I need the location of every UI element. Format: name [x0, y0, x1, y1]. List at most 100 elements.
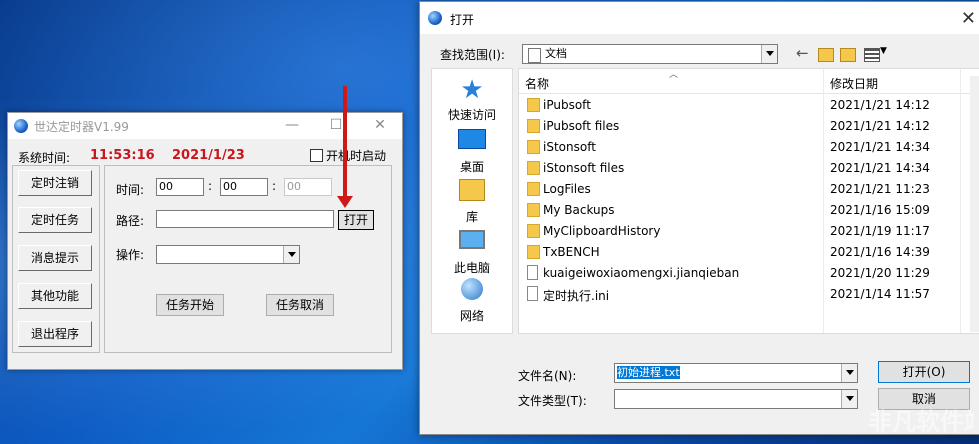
star-icon: ★ [460, 75, 484, 105]
folder-icon [527, 224, 540, 238]
autostart-label: 开机时启动 [326, 149, 387, 163]
file-row[interactable]: iStonsoft 2021/1/21 14:34 [519, 137, 979, 158]
file-icon [527, 286, 538, 301]
app-title: 世达定时器V1.99 [34, 120, 129, 134]
folder-icon [527, 98, 540, 112]
file-row[interactable]: My Backups 2021/1/16 15:09 [519, 200, 979, 221]
places-bar: ★ 快速访问 桌面 库 此电脑 网络 [431, 68, 513, 334]
dialog-close-icon[interactable]: ✕ [961, 8, 976, 29]
system-time-label: 系统时间: [18, 151, 71, 165]
time-colon: : [272, 179, 277, 193]
path-label: 路径: [116, 214, 145, 228]
file-date: 2021/1/19 11:17 [830, 224, 930, 238]
open-file-dialog: 打开 ✕ 查找范围(I): 文档 ← ▼ ★ 快速访问 桌面 库 此电脑 网络 [419, 1, 979, 435]
chevron-down-icon[interactable] [283, 246, 299, 263]
hour-field[interactable]: 00 [156, 178, 204, 196]
filetype-label: 文件类型(T): [518, 394, 587, 408]
desktop-icon [458, 129, 486, 155]
column-modified-header[interactable]: 修改日期 [830, 75, 878, 92]
filetype-select[interactable] [614, 389, 858, 409]
chevron-down-icon[interactable] [761, 45, 777, 63]
file-date: 2021/1/21 11:23 [830, 182, 930, 196]
view-menu-chevron-icon[interactable]: ▼ [880, 46, 887, 56]
document-icon [528, 48, 541, 63]
file-row[interactable]: kuaigeiwoxiaomengxi.jianqieban 2021/1/20 … [519, 263, 979, 284]
watermark: 非凡软件站 [868, 408, 974, 436]
file-date: 2021/1/16 14:39 [830, 245, 930, 259]
maximize-button[interactable]: ☐ [314, 113, 358, 139]
new-folder-icon[interactable] [840, 48, 856, 62]
file-name: iPubsoft [543, 98, 591, 112]
place-label: 库 [465, 210, 478, 224]
folder-icon [527, 119, 540, 133]
file-row[interactable]: iStonsoft files 2021/1/21 14:34 [519, 158, 979, 179]
look-in-label: 查找范围(I): [440, 48, 505, 62]
chevron-down-icon[interactable] [841, 364, 857, 382]
task-cancel-button[interactable]: 任务取消 [266, 294, 334, 316]
file-row[interactable]: iPubsoft files 2021/1/21 14:12 [519, 116, 979, 137]
sort-up-icon: ︿ [669, 70, 679, 80]
side-button-message[interactable]: 消息提示 [18, 245, 92, 271]
file-date: 2021/1/21 14:12 [830, 98, 930, 112]
second-field[interactable]: 00 [284, 178, 332, 196]
dialog-open-button[interactable]: 打开(O) [878, 361, 970, 383]
path-field[interactable] [156, 210, 334, 228]
dialog-globe-icon [428, 11, 442, 25]
view-menu-icon[interactable] [864, 48, 880, 62]
filename-field[interactable]: 初始进程.txt [614, 363, 858, 383]
dialog-title: 打开 [450, 13, 475, 27]
side-button-logout[interactable]: 定时注销 [18, 170, 92, 196]
back-arrow-icon[interactable]: ← [796, 44, 809, 62]
file-row[interactable]: TxBENCH 2021/1/16 14:39 [519, 242, 979, 263]
file-list-header: 名称 ︿ 修改日期 [519, 69, 979, 333]
app-globe-icon [14, 119, 28, 133]
autostart-checkbox[interactable] [310, 149, 323, 162]
path-open-button[interactable]: 打开 [338, 210, 374, 230]
folder-icon [527, 182, 540, 196]
folder-icon [527, 245, 540, 259]
file-row[interactable]: 定时执行.ini 2021/1/14 11:57 [519, 284, 979, 305]
look-in-value: 文档 [545, 47, 567, 60]
place-quick-access[interactable]: ★ 快速访问 [432, 77, 512, 123]
dialog-titlebar[interactable]: 打开 ✕ [420, 2, 979, 34]
operation-label: 操作: [116, 248, 145, 262]
file-list: 名称 ︿ 修改日期 iPubsoft 2021/1/21 14:12 iPubsof… [518, 68, 979, 334]
place-library[interactable]: 库 [432, 177, 512, 225]
place-this-pc[interactable]: 此电脑 [432, 227, 512, 276]
file-name: kuaigeiwoxiaomengxi.jianqieban [543, 266, 740, 280]
place-label: 桌面 [459, 160, 484, 174]
network-icon [458, 278, 486, 304]
file-name: LogFiles [543, 182, 591, 196]
library-icon [458, 179, 486, 205]
close-button[interactable]: ✕ [358, 113, 402, 139]
file-name: TxBENCH [543, 245, 600, 259]
system-time-value: 11:53:16 [90, 148, 155, 163]
file-row[interactable]: iPubsoft 2021/1/21 14:12 [519, 95, 979, 116]
look-in-select[interactable]: 文档 [522, 44, 778, 64]
side-button-task[interactable]: 定时任务 [18, 207, 92, 233]
place-label: 此电脑 [453, 261, 490, 275]
time-colon: : [208, 179, 213, 193]
minimize-button[interactable]: — [270, 113, 314, 139]
side-button-other[interactable]: 其他功能 [18, 283, 92, 309]
column-name-header[interactable]: 名称 [525, 75, 549, 92]
file-date: 2021/1/21 14:34 [830, 161, 930, 175]
filename-value: 初始进程.txt [617, 366, 680, 379]
minute-field[interactable]: 00 [220, 178, 268, 196]
task-start-button[interactable]: 任务开始 [156, 294, 224, 316]
file-row[interactable]: MyClipboardHistory 2021/1/19 11:17 [519, 221, 979, 242]
up-folder-icon[interactable] [818, 48, 834, 62]
file-name: MyClipboardHistory [543, 224, 661, 238]
operation-select[interactable] [156, 245, 300, 264]
chevron-down-icon[interactable] [841, 390, 857, 408]
file-date: 2021/1/21 14:12 [830, 119, 930, 133]
file-name: 定时执行.ini [543, 289, 610, 303]
file-date: 2021/1/21 14:34 [830, 140, 930, 154]
time-label: 时间: [116, 183, 145, 197]
file-row[interactable]: LogFiles 2021/1/21 11:23 [519, 179, 979, 200]
place-desktop[interactable]: 桌面 [432, 127, 512, 175]
vertical-scrollbar[interactable] [970, 76, 979, 332]
place-network[interactable]: 网络 [432, 277, 512, 324]
side-button-exit[interactable]: 退出程序 [18, 321, 92, 347]
file-name: iStonsoft files [543, 161, 625, 175]
